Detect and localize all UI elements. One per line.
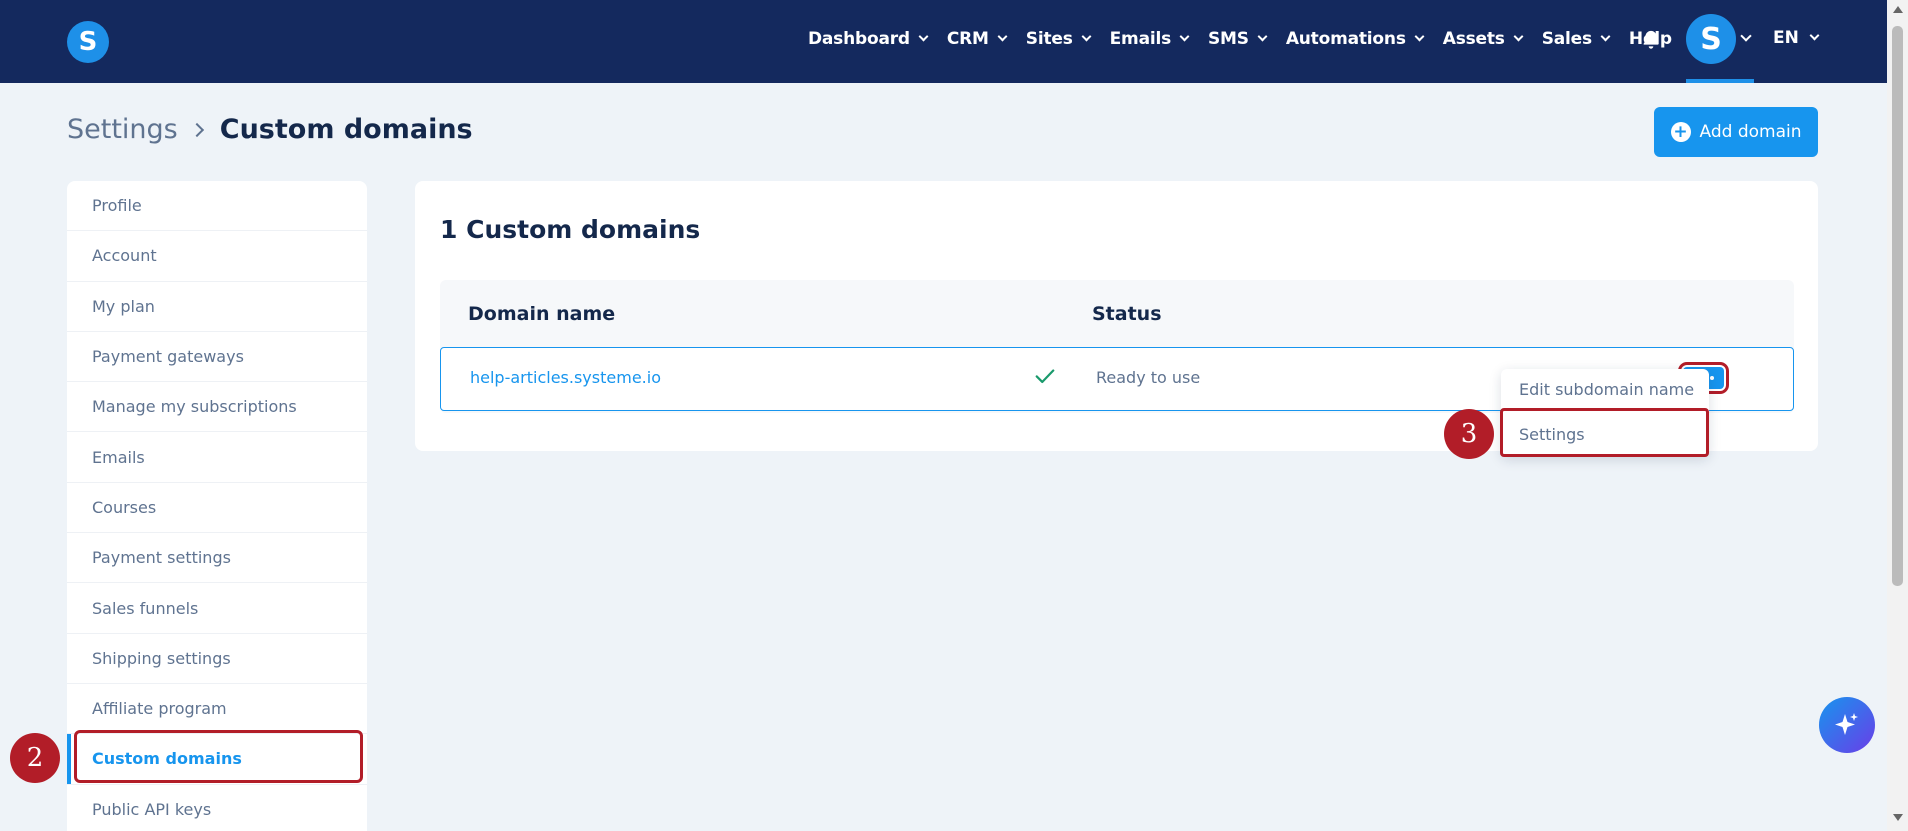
nav-label: Sales [1541, 29, 1592, 49]
nav-label: Assets [1442, 29, 1505, 49]
nav-dashboard[interactable]: Dashboard [808, 29, 929, 49]
sparkle-icon [1835, 713, 1858, 735]
nav-label: Automations [1285, 29, 1406, 49]
step-badge-2: 2 [10, 733, 60, 783]
user-avatar[interactable]: S [1686, 14, 1736, 64]
sidebar-item-label: Courses [92, 497, 157, 517]
systeme-logo-icon[interactable]: S [67, 21, 109, 63]
breadcrumb-settings-link[interactable]: Settings [67, 114, 178, 145]
status-text: Ready to use [1096, 368, 1201, 387]
column-header-domain: Domain name [468, 303, 616, 325]
checkmark-icon [1035, 369, 1055, 384]
nav-label: CRM [946, 29, 989, 49]
main-nav: Dashboard CRM Sites Emails SMS Automatio… [808, 0, 1692, 78]
sidebar-item-label: Account [92, 246, 157, 266]
dot-icon [1709, 376, 1714, 380]
chevron-down-icon [918, 31, 929, 42]
sidebar-item-emails[interactable]: Emails [67, 432, 367, 483]
language-label: EN [1773, 28, 1799, 48]
settings-highlight-box [1500, 408, 1709, 457]
plus-circle-icon: + [1670, 122, 1691, 142]
sidebar-item-manage-subscriptions[interactable]: Manage my subscriptions [67, 382, 367, 433]
sidebar-item-label: Shipping settings [92, 648, 231, 668]
nav-emails[interactable]: Emails [1109, 29, 1190, 49]
sidebar-item-account[interactable]: Account [67, 231, 367, 282]
domain-link[interactable]: help-articles.systeme.io [470, 368, 661, 387]
ai-assistant-button[interactable] [1819, 697, 1875, 753]
chevron-down-icon [1414, 31, 1425, 42]
sidebar-item-label: Payment gateways [92, 347, 244, 367]
nav-label: Dashboard [808, 29, 910, 49]
chevron-down-icon [1081, 31, 1092, 42]
sidebar-item-label: Manage my subscriptions [92, 397, 297, 417]
nav-crm[interactable]: CRM [946, 29, 1008, 49]
sidebar-item-label: Public API keys [92, 799, 212, 819]
add-domain-label: Add domain [1699, 122, 1802, 142]
scroll-up-arrow-icon[interactable] [1893, 6, 1903, 13]
nav-label: Emails [1109, 29, 1172, 49]
sidebar-item-my-plan[interactable]: My plan [67, 282, 367, 332]
card-title: 1 Custom domains [440, 215, 701, 244]
nav-assets[interactable]: Assets [1442, 29, 1524, 49]
sidebar-item-shipping-settings[interactable]: Shipping settings [67, 634, 367, 684]
menu-item-edit-subdomain[interactable]: Edit subdomain name [1519, 380, 1694, 399]
chevron-down-icon [997, 31, 1008, 42]
chevron-down-icon[interactable] [1740, 30, 1752, 42]
custom-domains-highlight-box [74, 730, 363, 783]
sidebar-item-label: Payment settings [92, 548, 231, 568]
chevron-down-icon [1600, 31, 1611, 42]
chevron-down-icon [1809, 30, 1820, 41]
sidebar-item-label: My plan [92, 296, 155, 316]
sidebar-item-courses[interactable]: Courses [67, 483, 367, 534]
page-title: Custom domains [219, 114, 473, 145]
sidebar-item-label: Profile [92, 196, 142, 216]
chevron-right-icon [189, 122, 204, 137]
language-selector[interactable]: EN [1773, 28, 1820, 48]
add-domain-button[interactable]: + Add domain [1654, 107, 1818, 157]
sidebar-item-label: Sales funnels [92, 598, 199, 618]
nav-label: SMS [1208, 29, 1249, 49]
sidebar-item-payment-gateways[interactable]: Payment gateways [67, 332, 367, 383]
sidebar-item-label: Affiliate program [92, 699, 227, 719]
nav-label: Sites [1025, 29, 1073, 49]
breadcrumb: Settings Custom domains [67, 114, 473, 145]
sidebar-item-affiliate-program[interactable]: Affiliate program [67, 684, 367, 735]
page-scrollbar[interactable] [1887, 0, 1908, 831]
bell-icon[interactable] [1640, 29, 1662, 51]
sidebar-item-public-api-keys[interactable]: Public API keys [67, 785, 367, 831]
nav-sales[interactable]: Sales [1541, 29, 1611, 49]
sidebar-item-profile[interactable]: Profile [67, 181, 367, 232]
chevron-down-icon [1179, 31, 1190, 42]
nav-automations[interactable]: Automations [1285, 29, 1425, 49]
top-navigation-bar: S Dashboard CRM Sites Emails SMS Automat… [0, 0, 1887, 83]
nav-sms[interactable]: SMS [1208, 29, 1268, 49]
sidebar-item-payment-settings[interactable]: Payment settings [67, 533, 367, 584]
sidebar-item-sales-funnels[interactable]: Sales funnels [67, 583, 367, 634]
column-header-status: Status [1092, 303, 1162, 325]
active-indicator [1686, 79, 1754, 83]
chevron-down-icon [1257, 31, 1268, 42]
scroll-thumb[interactable] [1892, 26, 1903, 586]
scroll-down-arrow-icon[interactable] [1893, 814, 1903, 821]
step-badge-3: 3 [1444, 409, 1494, 459]
sidebar-item-label: Emails [92, 447, 145, 467]
nav-sites[interactable]: Sites [1025, 29, 1092, 49]
chevron-down-icon [1513, 31, 1524, 42]
